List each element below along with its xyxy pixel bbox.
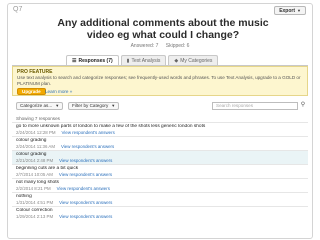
view-answers-link[interactable]: View respondent's answers [59,172,112,177]
response-date: 2/2/2014 8:21 PM [16,186,51,191]
categorize-label: Categorize as... [20,103,53,108]
filter-label: Filter by Category [72,103,109,108]
question-marker: Q7 [13,6,23,13]
view-answers-link[interactable]: View respondent's answers [57,186,110,191]
tab-label: Responses (7) [78,58,113,64]
response-date: 1/29/2014 2:13 PM [16,214,54,219]
answer-stats: Answered: 7 Skipped: 6 [8,43,312,49]
list-item: Colour correction 1/29/2014 2:13 PM View … [12,206,308,220]
view-answers-link[interactable]: View respondent's answers [59,158,112,163]
answered-count: Answered: 7 [130,43,159,49]
upgrade-button[interactable]: Upgrade [17,88,46,95]
response-list: go to more unknown parts of london to ma… [12,122,308,220]
list-item: colour grading 2/21/2014 2:48 PM View res… [12,150,308,164]
list-icon: ☰ [72,58,77,64]
response-date: 2/21/2014 2:48 PM [16,158,54,163]
search-input[interactable]: Search responses [212,102,298,110]
view-answers-link[interactable]: View respondent's answers [59,200,112,205]
skipped-count: Skipped: 6 [165,43,190,49]
learn-more-link[interactable]: Learn more » [45,89,72,94]
filter-bar: Categorize as... ▼ Filter by Category ▼ Se… [12,100,308,112]
list-item: nothing 1/31/2014 4:51 PM View respondent… [12,192,308,206]
list-item: beginning cuts are a bit quick 2/7/2014 … [12,164,308,178]
question-panel: Q7 Export ▼ Any additional comments about… [7,3,313,239]
response-date: 2/24/2014 12:28 PM [16,130,56,135]
tab-label: My Categories [180,58,213,64]
view-answers-link[interactable]: View respondent's answers [61,144,114,149]
export-button[interactable]: Export ▼ [274,6,306,15]
view-answers-link[interactable]: View respondent's answers [62,130,115,135]
export-label: Export [279,8,296,14]
filter-category-dropdown[interactable]: Filter by Category ▼ [68,102,120,110]
response-date: 2/24/2014 11:36 AM [16,144,55,149]
tag-icon: ◆ [174,58,179,64]
response-date: 1/31/2014 4:51 PM [16,200,54,205]
pro-feature-banner: PRO FEATURE Use text analysis to search … [12,66,308,96]
categorize-dropdown[interactable]: Categorize as... ▼ [16,102,64,110]
tab-label: Text Analysis [131,58,161,64]
list-item: not many long shots 2/2/2014 8:21 PM View… [12,178,308,192]
showing-count: Showing 7 responses [16,116,60,121]
chevron-down-icon: ▼ [55,103,60,108]
response-date: 2/7/2014 10:05 AM [16,172,53,177]
list-item: go to more unknown parts of london to ma… [12,122,308,136]
pro-description: Use text analysis to search and categori… [17,75,301,86]
list-item: colour grading 2/24/2014 11:36 AM View re… [12,136,308,150]
search-icon[interactable]: ⚲ [299,101,307,110]
chart-icon: ▮ [126,58,130,64]
question-title: Any additional comments about the music … [57,17,269,41]
chevron-down-icon: ▼ [297,8,301,13]
chevron-down-icon: ▼ [111,103,116,108]
view-answers-link[interactable]: View respondent's answers [59,214,112,219]
panel-topbar: Q7 Export ▼ [8,4,312,18]
